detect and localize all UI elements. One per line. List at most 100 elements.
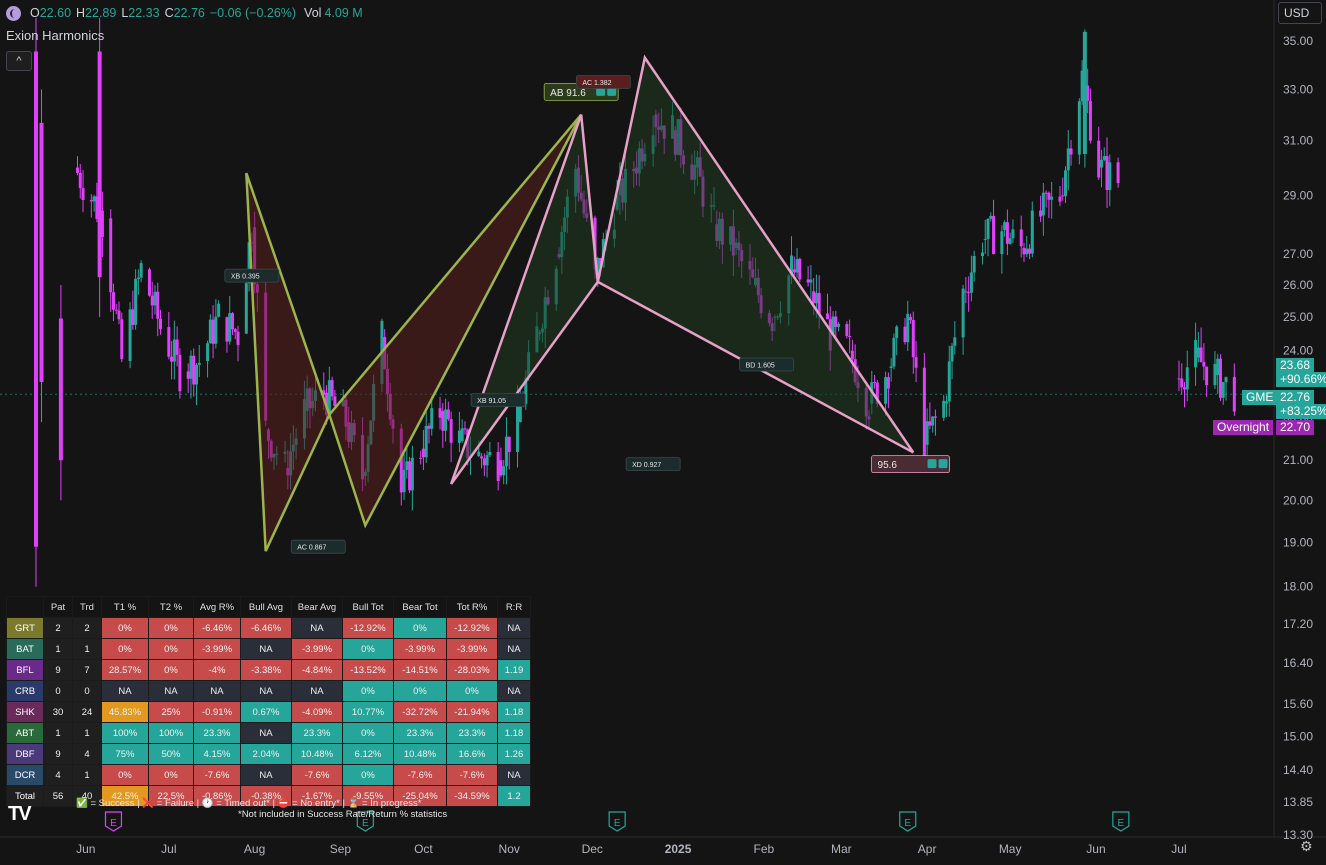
candle-body [928, 421, 932, 426]
stats-cell: -7.6% [446, 764, 498, 786]
candle-body [814, 292, 818, 304]
stats-cell: 1 [72, 764, 102, 786]
stats-cell: NA [101, 680, 149, 702]
collapse-button[interactable]: ^ [6, 51, 32, 71]
candle-body [244, 283, 248, 334]
last-price-tag: 22.76 [1276, 390, 1315, 405]
stats-cell: -4.84% [291, 659, 343, 681]
candle-body [1022, 247, 1026, 255]
candle-body [402, 470, 406, 493]
candle-body [992, 215, 996, 255]
price-tick-label: 33.00 [1283, 82, 1313, 96]
candle-body [97, 51, 102, 278]
stats-cell: 0% [342, 722, 394, 744]
candle-body [925, 421, 929, 445]
indicator-title[interactable]: Exion Harmonics [6, 28, 104, 43]
stats-cell: 4 [72, 743, 102, 765]
candle-body [175, 339, 179, 355]
currency-button[interactable]: USD [1278, 2, 1322, 24]
stats-cell: NA [240, 680, 292, 702]
stats-header-cell: T2 % [148, 596, 194, 618]
stats-pattern-name: BFL [6, 659, 44, 681]
candle-body [850, 350, 854, 360]
stats-header-cell: Tot R% [446, 596, 498, 618]
high-label: H [76, 6, 86, 20]
annotation-label: AC 0.867 [297, 545, 326, 552]
time-tick-label: Oct [414, 842, 433, 856]
candle-body [92, 196, 96, 202]
tradingview-logo[interactable]: TV [8, 803, 32, 826]
candle-body [1047, 192, 1051, 200]
candle-body [806, 279, 810, 283]
stats-cell: 1 [43, 722, 73, 744]
stats-cell: NA [240, 722, 292, 744]
stats-row: ABT 1 1 100% 100% 23.3% NA 23.3% 0% 23.3% 23.3% 1.1… [6, 722, 531, 744]
candle-body [845, 323, 849, 337]
candle-body [39, 122, 44, 383]
price-tick-label: 18.00 [1283, 580, 1313, 594]
gear-icon[interactable]: ⚙ [1300, 838, 1313, 855]
stats-cell: 45.83% [101, 701, 149, 723]
target-pct-tag: +90.66% [1276, 372, 1326, 387]
stats-pattern-name: ABT [6, 722, 44, 744]
candle-body [848, 336, 852, 338]
stats-cell: 1 [43, 638, 73, 660]
stats-cell: -13.52% [342, 659, 394, 681]
stats-table: Pat Trd T1 % T2 % Avg R% Bull Avg Bear Avg Bull… [6, 596, 531, 807]
candle-body [983, 238, 987, 240]
annotation-label: XB 91.05 [477, 398, 506, 405]
open-label: O [30, 6, 40, 20]
candle-body [408, 461, 412, 491]
stats-header-cell: T1 % [101, 596, 149, 618]
stats-cell: 23.3% [291, 722, 343, 744]
stats-pattern-name: SHK [6, 701, 44, 723]
candle-body [884, 377, 888, 404]
candle-body [134, 278, 138, 325]
stats-cell: 0% [148, 638, 194, 660]
close-value: 22.76 [173, 6, 205, 20]
candle-body [1050, 196, 1054, 200]
time-tick-label: 2025 [665, 842, 692, 856]
candle-body [1108, 162, 1112, 190]
stats-cell: -6.46% [240, 617, 292, 639]
candle-body [1069, 148, 1073, 155]
overnight-price-tag: 22.70 [1276, 420, 1315, 435]
low-value: 22.33 [128, 6, 160, 20]
stats-cell: 0.67% [240, 701, 292, 723]
stats-cell: 50% [148, 743, 194, 765]
price-tick-label: 26.00 [1283, 278, 1313, 292]
stats-cell: NA [497, 638, 531, 660]
candle-body [1064, 170, 1068, 197]
candle-body [208, 319, 212, 344]
candle-body [516, 402, 520, 452]
candle-body [1205, 366, 1209, 386]
price-tick-label: 13.85 [1283, 795, 1313, 809]
stats-cell: NA [497, 617, 531, 639]
stats-cell: 0% [446, 680, 498, 702]
stats-cell: 1 [72, 638, 102, 660]
time-tick-label: Dec [582, 842, 603, 856]
candle-body [482, 458, 486, 466]
stats-cell: 1.19 [497, 659, 531, 681]
candle-body [933, 416, 937, 418]
candle-body [1030, 210, 1034, 254]
candle-body [139, 263, 143, 278]
candle-body [942, 400, 946, 418]
candle-body [153, 291, 157, 306]
stats-cell: -3.38% [240, 659, 292, 681]
time-tick-label: Aug [244, 842, 265, 856]
candle-body [405, 461, 409, 471]
candle-body [792, 269, 796, 273]
candle-body [950, 345, 954, 362]
candle-body [480, 456, 484, 459]
stats-legend: ✅ = Success | ❌ = Failure | 🕐 = Timed ou… [76, 798, 422, 809]
low-label: L [121, 6, 129, 20]
vol-label: Vol [304, 6, 322, 20]
candle-body [1218, 358, 1222, 398]
stats-cell: -12.92% [446, 617, 498, 639]
candle-body [1025, 248, 1029, 255]
stats-row: DCR 4 1 0% 0% -7.6% NA -7.6% 0% -7.6% -7.6% NA [6, 764, 531, 786]
stats-cell: 0 [72, 680, 102, 702]
high-value: 22.89 [85, 6, 117, 20]
candle-body [75, 167, 79, 173]
